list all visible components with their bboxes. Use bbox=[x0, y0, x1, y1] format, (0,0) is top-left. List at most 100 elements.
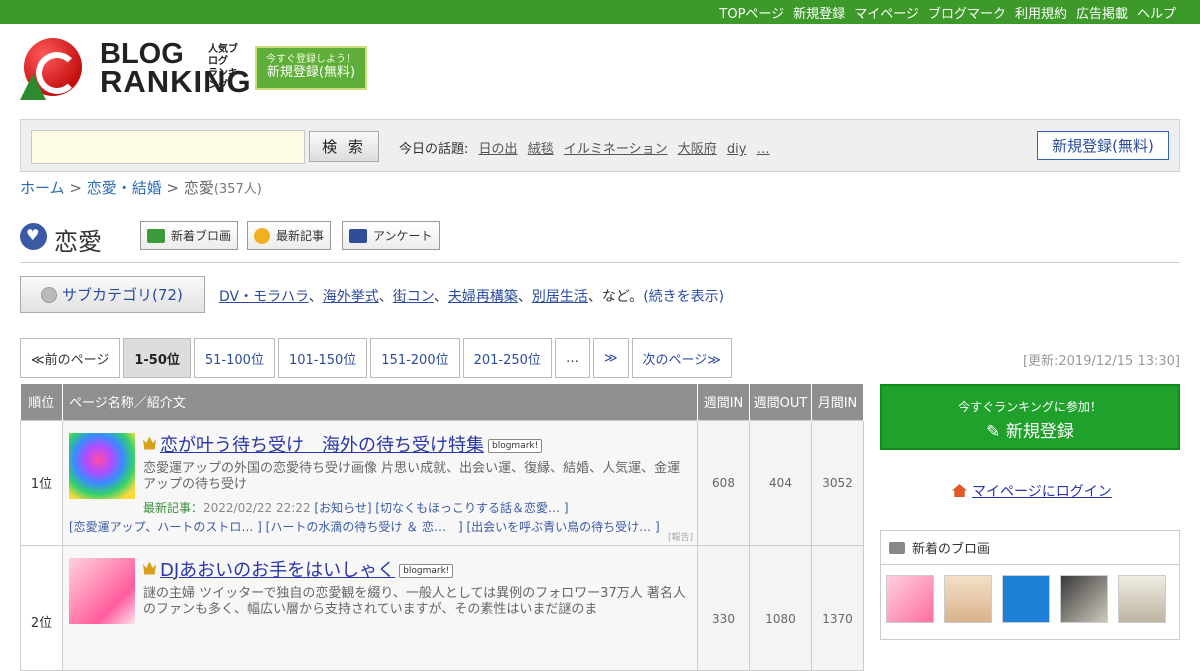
tab-new-images[interactable]: 新着ブロ画 bbox=[140, 221, 239, 250]
pager-page[interactable]: 51-100位 bbox=[193, 338, 275, 378]
new-image-thumbnail[interactable] bbox=[944, 575, 992, 623]
register-banner[interactable]: 今すぐ登録しよう！ 新規登録(無料) bbox=[255, 46, 367, 90]
new-image-thumbnail[interactable] bbox=[886, 575, 934, 623]
topic-link[interactable]: 大阪府 bbox=[678, 142, 717, 157]
subcategory-link[interactable]: 海外挙式 bbox=[323, 289, 379, 305]
subcategory-icon bbox=[41, 286, 57, 303]
week-out-cell: 404 bbox=[749, 419, 812, 546]
pager-prev[interactable]: ≪前のページ bbox=[20, 338, 121, 378]
todays-topics: 今日の話題: 日の出 絨毯 イルミネーション 大阪府 diy … bbox=[399, 138, 770, 157]
entry-cell: DJあおいのお手をはいしゃく blogmark! 謎の主婦 ツイッターで独自の恋愛… bbox=[62, 544, 698, 671]
latest-article-link[interactable]: [切なくもほっこりする話＆恋愛… ] bbox=[375, 501, 568, 515]
topnav-register[interactable]: 新規登録 bbox=[793, 3, 845, 22]
heart-category-icon bbox=[20, 223, 47, 250]
subcategory-button-label: サブカテゴリ(72) bbox=[62, 286, 183, 304]
breadcrumb-count: (357人) bbox=[213, 182, 262, 197]
subcategory-more-link[interactable]: (続きを表示) bbox=[643, 289, 724, 305]
article-link[interactable]: [ハートの水滴の待ち受け ＆ 恋… ] bbox=[266, 520, 463, 534]
entry-cell: 恋が叶う待ち受け 海外の待ち受け特集 blogmark! 恋愛運アップの外国の恋愛… bbox=[62, 419, 698, 546]
topnav-terms[interactable]: 利用規約 bbox=[1015, 3, 1067, 22]
month-in-cell: 3052 bbox=[811, 419, 864, 546]
rank-cell: 2位 bbox=[20, 544, 63, 671]
search-button[interactable]: 検 索 bbox=[309, 131, 379, 162]
latest-article: 最新記事：2022/02/22 22:22 [お知らせ] [切なくもほっこりする… bbox=[143, 499, 691, 516]
header-register-button[interactable]: 新規登録(無料) bbox=[1037, 131, 1169, 160]
pager-page[interactable]: 151-200位 bbox=[370, 338, 460, 378]
pager-next-arrow[interactable]: ≫ bbox=[592, 338, 629, 378]
recent-articles: [恋愛運アップ、ハートのストロ… ] [ハートの水滴の待ち受け ＆ 恋… ] [… bbox=[69, 518, 691, 535]
entry-description: 恋愛運アップの外国の恋愛待ち受け画像 片思い成就、出会い運、復縁、結婚、人気運、… bbox=[143, 460, 681, 492]
new-image-thumbnail[interactable] bbox=[1060, 575, 1108, 623]
subcategory-link[interactable]: 別居生活 bbox=[532, 289, 588, 305]
logo-jp-line2: ランキング bbox=[208, 68, 238, 91]
col-header-week-out: 週間OUT bbox=[749, 384, 812, 420]
table-row: 1位 恋が叶う待ち受け 海外の待ち受け特集 blogmark! 恋愛運アップの外国… bbox=[20, 419, 864, 546]
search-input[interactable] bbox=[31, 130, 305, 164]
subcategory-link[interactable]: DV・モラハラ bbox=[219, 289, 309, 305]
updated-timestamp: [更新:2019/12/15 13:30] bbox=[1022, 354, 1180, 369]
join-ranking-sub: 今すぐランキングに参加！ bbox=[958, 400, 1102, 414]
subcategory-button[interactable]: サブカテゴリ(72) bbox=[20, 276, 205, 313]
table-header-row: 順位 ページ名称／紹介文 週間IN 週間OUT 月間IN bbox=[20, 384, 864, 420]
logo-jp-line1: 人気ブログ bbox=[208, 44, 238, 67]
pager-page-current[interactable]: 1-50位 bbox=[123, 338, 191, 378]
table-row: 2位 DJあおいのお手をはいしゃく blogmark! 謎の主婦 ツイッターで独自… bbox=[20, 544, 864, 671]
latest-label: 最新記事： bbox=[143, 500, 204, 515]
pager-page[interactable]: 101-150位 bbox=[277, 338, 368, 378]
entry-description: 謎の主婦 ツイッターで独自の恋愛観を綴り、一般人としては異例のフォロワー37万人… bbox=[143, 585, 686, 617]
home-icon bbox=[952, 484, 967, 497]
crown-icon bbox=[143, 436, 156, 450]
pager-ellipsis[interactable]: … bbox=[554, 338, 590, 378]
topic-link[interactable]: diy bbox=[727, 142, 747, 157]
page-title: 恋愛 bbox=[54, 228, 102, 256]
week-in-cell: 330 bbox=[697, 544, 750, 671]
report-link[interactable]: [報告] bbox=[668, 530, 693, 543]
topic-link[interactable]: イルミネーション bbox=[564, 142, 668, 157]
article-link[interactable]: [恋愛運アップ、ハートのストロ… ] bbox=[69, 520, 262, 534]
subcategory-suffix: 、など。 bbox=[587, 289, 644, 305]
topics-label: 今日の話題: bbox=[399, 142, 469, 157]
mypage-login-link[interactable]: マイページにログイン bbox=[952, 481, 1112, 501]
ranking-table: 順位 ページ名称／紹介文 週間IN 週間OUT 月間IN 1位 恋が叶う待ち受け… bbox=[20, 384, 864, 671]
entry-title-link[interactable]: DJあおいのお手をはいしゃく bbox=[160, 556, 395, 582]
col-header-rank: 順位 bbox=[20, 384, 63, 420]
survey-icon bbox=[349, 228, 367, 243]
register-banner-sub: 今すぐ登録しよう！ bbox=[266, 54, 356, 65]
site-logo[interactable]: BLOG RANKING 人気ブログ ランキング bbox=[20, 34, 251, 102]
topnav-top[interactable]: TOPページ bbox=[719, 3, 784, 22]
topnav-help[interactable]: ヘルプ bbox=[1137, 3, 1176, 22]
entry-title-link[interactable]: 恋が叶う待ち受け 海外の待ち受け特集 bbox=[160, 431, 484, 457]
tab-survey[interactable]: アンケート bbox=[342, 221, 440, 250]
subcategory-link[interactable]: 街コン bbox=[393, 289, 434, 305]
blogmark-badge[interactable]: blogmark! bbox=[488, 438, 543, 453]
tab-latest-articles[interactable]: 最新記事 bbox=[247, 221, 332, 250]
crown-icon bbox=[143, 561, 156, 575]
new-image-thumbnail[interactable] bbox=[1118, 575, 1166, 623]
breadcrumb-parent[interactable]: 恋愛・結婚 bbox=[87, 179, 162, 197]
col-header-week-in: 週間IN bbox=[697, 384, 750, 420]
topic-more-link[interactable]: … bbox=[757, 142, 770, 157]
new-image-thumbnail[interactable] bbox=[1002, 575, 1050, 623]
blogmark-badge[interactable]: blogmark! bbox=[399, 563, 454, 578]
topnav-mypage[interactable]: マイページ bbox=[854, 3, 919, 22]
topnav-ads[interactable]: 広告掲載 bbox=[1076, 3, 1128, 22]
join-ranking-label: 新規登録 bbox=[1005, 422, 1074, 442]
entry-thumbnail[interactable] bbox=[69, 557, 135, 624]
article-link[interactable]: [出会いを呼ぶ青い鳥の待ち受け… ] bbox=[466, 520, 659, 534]
breadcrumb-home[interactable]: ホーム bbox=[20, 179, 65, 197]
new-images-panel: 新着のブロ画 bbox=[880, 530, 1180, 640]
category-header: 恋愛 新着ブロ画 最新記事 アンケート bbox=[20, 221, 1180, 256]
topnav-blogmark[interactable]: ブログマーク bbox=[928, 3, 1006, 22]
topic-link[interactable]: 日の出 bbox=[479, 142, 518, 157]
pager-next[interactable]: 次のページ≫ bbox=[631, 338, 732, 378]
breadcrumb-current: 恋愛 bbox=[183, 179, 214, 197]
latest-article-link[interactable]: [お知らせ] bbox=[314, 501, 371, 515]
latest-date: 2022/02/22 22:22 bbox=[203, 500, 311, 515]
subcategory-link[interactable]: 夫婦再構築 bbox=[448, 289, 518, 305]
col-header-month-in: 月間IN bbox=[811, 384, 864, 420]
join-ranking-button[interactable]: 今すぐランキングに参加！ ✎ 新規登録 bbox=[880, 384, 1180, 450]
rainbow-rose-thumbnail[interactable] bbox=[69, 432, 135, 499]
topic-link[interactable]: 絨毯 bbox=[528, 142, 554, 157]
pager-page[interactable]: 201-250位 bbox=[462, 338, 552, 378]
search-bar: 検 索 今日の話題: 日の出 絨毯 イルミネーション 大阪府 diy … 新規登… bbox=[20, 119, 1180, 172]
